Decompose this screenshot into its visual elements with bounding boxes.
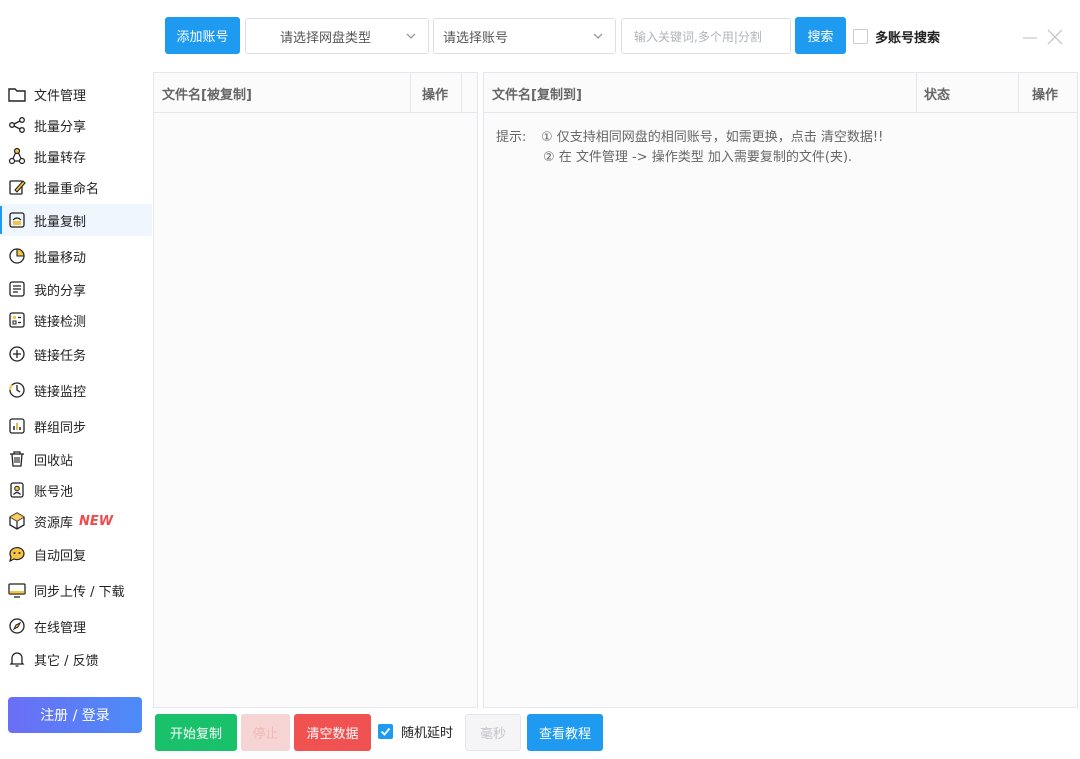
account-select[interactable]: 请选择账号 — [433, 18, 616, 54]
tip-line-1: ① 仅支持相同网盘的相同账号，如需更换，点击 清空数据!! — [541, 130, 884, 145]
disk-type-placeholder: 请选择网盘类型 — [280, 30, 372, 46]
sidebar-item-online-manage[interactable]: 在线管理 — [0, 610, 152, 642]
col-source-filename: 文件名[被复制] — [162, 87, 252, 103]
tip-label: 提示: — [496, 130, 527, 145]
new-badge: NEW — [79, 513, 114, 529]
col-target-filename: 文件名[复制到] — [492, 87, 582, 103]
random-delay-label: 随机延时 — [401, 726, 454, 741]
register-login-button[interactable]: 注册 / 登录 — [8, 697, 142, 733]
sidebar-item-sync-upload[interactable]: 同步上传 / 下载 — [0, 574, 152, 606]
start-copy-button[interactable]: 开始复制 — [155, 714, 237, 751]
sidebar-item-my-share[interactable]: 我的分享 — [0, 273, 152, 305]
keyword-placeholder: 输入关键词,多个用|分割 — [634, 29, 762, 44]
random-delay-checkbox[interactable] — [378, 724, 393, 739]
tip-line-2: ② 在 文件管理 -> 操作类型 加入需要复制的文件(夹). — [543, 150, 853, 165]
sidebar-item-file-manage[interactable]: 文件管理 — [0, 78, 152, 110]
col-target-action: 操作 — [1032, 87, 1059, 103]
checkmark-icon — [380, 727, 391, 736]
add-account-button[interactable]: 添加账号 — [165, 17, 240, 54]
sidebar-item-link-monitor[interactable]: 链接监控 — [0, 374, 152, 406]
sidebar-item-feedback[interactable]: 其它 / 反馈 — [0, 643, 152, 675]
copy-icon — [8, 211, 26, 229]
folder-icon — [8, 85, 26, 103]
column-divider — [461, 73, 462, 113]
move-icon — [8, 247, 26, 265]
trash-icon — [8, 450, 26, 468]
sidebar-item-group-sync[interactable]: 群组同步 — [0, 410, 152, 442]
bell-icon — [8, 650, 26, 668]
top-toolbar: 添加账号 请选择网盘类型 请选择账号 输入关键词,多个用|分割 搜索 多账号搜索 — [0, 0, 1080, 70]
link-monitor-icon — [8, 381, 26, 399]
target-table-header: 文件名[复制到] 状态 操作 — [484, 73, 1077, 113]
target-file-table: 文件名[复制到] 状态 操作 提示: ① 仅支持相同网盘的相同账号，如需更换，点… — [483, 72, 1078, 708]
multi-account-search-checkbox[interactable] — [853, 29, 868, 44]
stop-button[interactable]: 停止 — [241, 714, 290, 751]
keyword-input[interactable]: 输入关键词,多个用|分割 — [621, 18, 791, 54]
minimize-icon[interactable] — [1021, 28, 1039, 46]
sidebar-item-batch-share[interactable]: 批量分享 — [0, 109, 152, 141]
sidebar-item-batch-copy[interactable]: 批量复制 — [0, 204, 152, 236]
source-file-table: 文件名[被复制] 操作 — [153, 72, 478, 708]
sidebar-item-account-pool[interactable]: 账号池 — [0, 474, 152, 506]
sidebar-item-batch-transfer[interactable]: 批量转存 — [0, 140, 152, 172]
multi-account-search-label: 多账号搜索 — [875, 31, 941, 46]
account-pool-icon — [8, 481, 26, 499]
delay-ms-input[interactable]: 毫秒 — [465, 714, 521, 751]
account-placeholder: 请选择账号 — [443, 30, 509, 46]
close-icon[interactable] — [1046, 28, 1064, 46]
sidebar: 文件管理 批量分享 批量转存 批量重命名 批量复制 批量移动 我的分享 链接检测… — [0, 72, 152, 759]
rename-icon — [8, 178, 26, 196]
col-target-status: 状态 — [924, 87, 951, 103]
resource-icon — [8, 512, 26, 530]
column-divider — [410, 73, 411, 113]
link-check-icon — [8, 311, 26, 329]
sidebar-item-batch-rename[interactable]: 批量重命名 — [0, 171, 152, 203]
online-manage-icon — [8, 617, 26, 635]
my-share-icon — [8, 280, 26, 298]
clear-data-button[interactable]: 清空数据 — [294, 714, 371, 751]
sidebar-item-trash[interactable]: 回收站 — [0, 443, 152, 475]
disk-type-select[interactable]: 请选择网盘类型 — [245, 18, 429, 54]
group-sync-icon — [8, 417, 26, 435]
sidebar-item-auto-reply[interactable]: 自动回复 — [0, 538, 152, 570]
chevron-down-icon — [593, 33, 603, 39]
column-divider — [1018, 73, 1019, 113]
sync-upload-icon — [8, 581, 26, 599]
link-task-icon — [8, 345, 26, 363]
sidebar-item-link-task[interactable]: 链接任务 — [0, 338, 152, 370]
source-table-header: 文件名[被复制] 操作 — [154, 73, 477, 113]
chevron-down-icon — [406, 33, 416, 39]
view-tutorial-button[interactable]: 查看教程 — [527, 714, 603, 751]
sidebar-item-link-check[interactable]: 链接检测 — [0, 304, 152, 336]
col-source-action: 操作 — [422, 87, 449, 103]
search-button[interactable]: 搜索 — [795, 17, 846, 54]
sidebar-item-resource[interactable]: 资源库 NEW — [0, 505, 152, 537]
transfer-icon — [8, 147, 26, 165]
auto-reply-icon — [8, 545, 26, 563]
sidebar-item-batch-move[interactable]: 批量移动 — [0, 240, 152, 272]
share-icon — [8, 116, 26, 134]
